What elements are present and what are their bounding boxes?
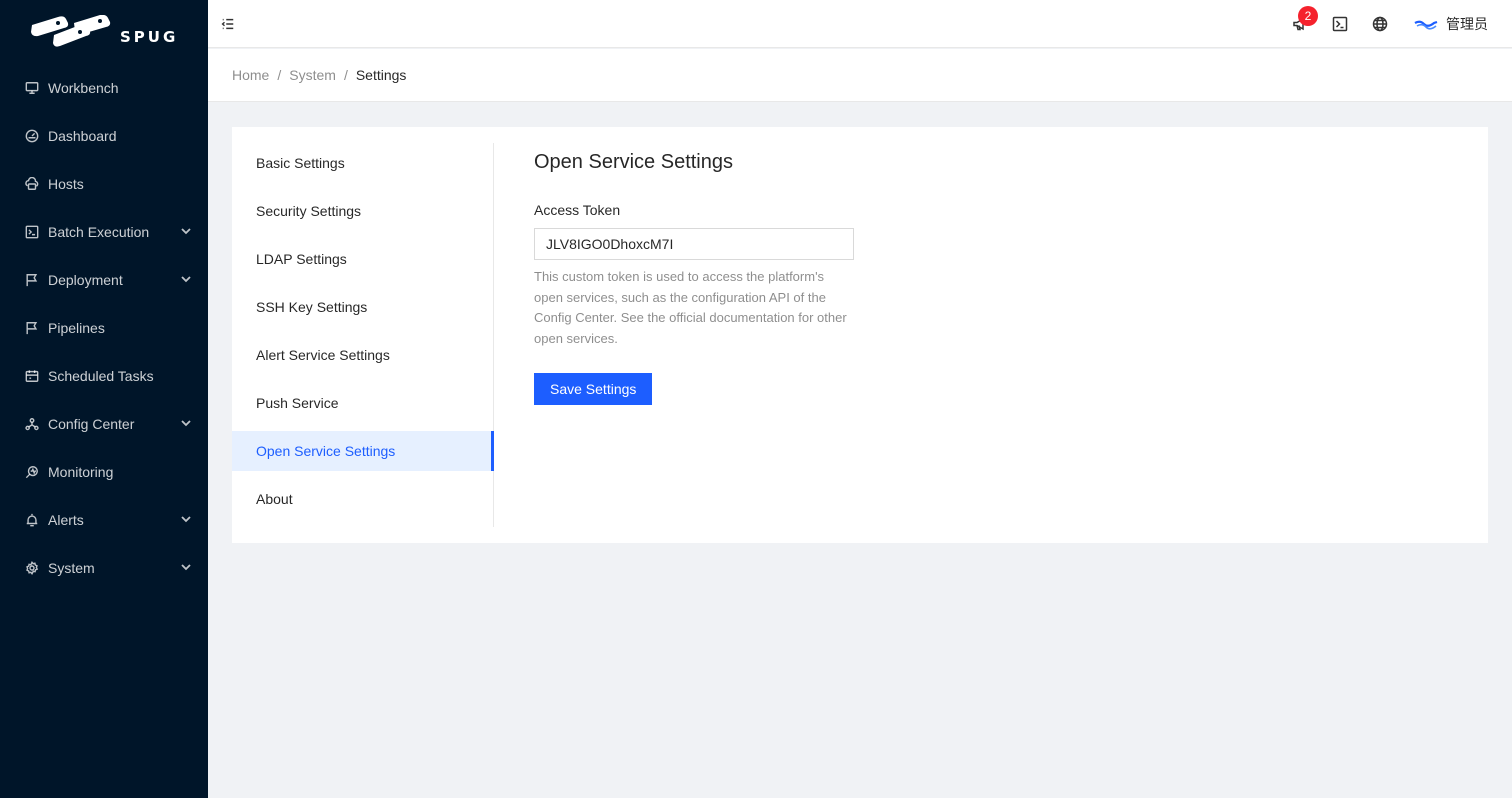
globe-icon bbox=[1372, 16, 1388, 32]
settings-nav-security[interactable]: Security Settings bbox=[232, 191, 493, 231]
desktop-icon bbox=[24, 80, 40, 96]
breadcrumb-system[interactable]: System bbox=[289, 67, 336, 83]
monitor-icon bbox=[24, 464, 40, 480]
settings-nav-basic[interactable]: Basic Settings bbox=[232, 143, 493, 183]
sidebar-menu: Workbench Dashboard Hosts Batch Executio… bbox=[0, 68, 208, 588]
access-token-input[interactable] bbox=[534, 228, 854, 260]
avatar bbox=[1414, 20, 1438, 30]
flag-icon bbox=[24, 272, 40, 288]
chevron-down-icon bbox=[180, 224, 192, 240]
sidebar-item-pipelines[interactable]: Pipelines bbox=[0, 308, 208, 348]
settings-nav-push-service[interactable]: Push Service bbox=[232, 383, 493, 423]
alert-icon bbox=[24, 512, 40, 528]
sidebar-item-label: Alerts bbox=[48, 512, 84, 528]
sidebar-item-label: Pipelines bbox=[48, 320, 105, 336]
settings-nav-about[interactable]: About bbox=[232, 479, 493, 519]
open-service-panel: Open Service Settings Access Token This … bbox=[534, 151, 854, 405]
page-title: Open Service Settings bbox=[534, 151, 733, 173]
settings-nav: Basic Settings Security Settings LDAP Se… bbox=[232, 143, 494, 527]
user-menu[interactable]: 管理员 bbox=[1414, 14, 1488, 34]
sidebar-item-workbench[interactable]: Workbench bbox=[0, 68, 208, 108]
access-token-label: Access Token bbox=[534, 202, 621, 218]
breadcrumb: Home / System / Settings bbox=[208, 49, 1512, 102]
sidebar-item-label: Hosts bbox=[48, 176, 84, 192]
save-settings-button[interactable]: Save Settings bbox=[534, 373, 653, 405]
sidebar-item-label: Batch Execution bbox=[48, 224, 150, 240]
sidebar-item-hosts[interactable]: Hosts bbox=[0, 164, 208, 204]
menu-fold-icon[interactable] bbox=[220, 16, 236, 32]
settings-nav-alert-service[interactable]: Alert Service Settings bbox=[232, 335, 493, 375]
code-icon bbox=[24, 224, 40, 240]
user-name: 管理员 bbox=[1446, 16, 1488, 32]
deployment-unit-icon bbox=[24, 416, 40, 432]
spug-logo-icon bbox=[31, 15, 111, 47]
sidebar-item-label: Workbench bbox=[48, 80, 119, 96]
top-header: 2 管理员 bbox=[208, 0, 1512, 48]
sidebar: SPUG Workbench Dashboard Hosts Batch Exe… bbox=[0, 0, 208, 798]
sidebar-item-label: Deployment bbox=[48, 272, 123, 288]
chevron-down-icon bbox=[180, 272, 192, 288]
settings-nav-open-service[interactable]: Open Service Settings bbox=[232, 431, 494, 471]
terminal-icon bbox=[1332, 16, 1348, 32]
terminal-button[interactable] bbox=[1320, 0, 1360, 48]
breadcrumb-separator: / bbox=[343, 67, 348, 83]
chevron-down-icon bbox=[180, 416, 192, 432]
sidebar-item-batch-execution[interactable]: Batch Execution bbox=[0, 212, 208, 252]
breadcrumb-separator: / bbox=[277, 67, 282, 83]
chevron-down-icon bbox=[180, 512, 192, 528]
sidebar-item-label: Dashboard bbox=[48, 128, 117, 144]
sidebar-item-monitoring[interactable]: Monitoring bbox=[0, 452, 208, 492]
chevron-down-icon bbox=[180, 560, 192, 576]
notification-badge: 2 bbox=[1298, 6, 1318, 26]
sidebar-item-scheduled-tasks[interactable]: Scheduled Tasks bbox=[0, 356, 208, 396]
sidebar-item-deployment[interactable]: Deployment bbox=[0, 260, 208, 300]
cloud-server-icon bbox=[24, 176, 40, 192]
header-actions: 2 管理员 bbox=[1280, 0, 1488, 48]
sidebar-item-label: Monitoring bbox=[48, 464, 114, 480]
sidebar-item-label: Config Center bbox=[48, 416, 135, 432]
settings-card: Basic Settings Security Settings LDAP Se… bbox=[232, 127, 1488, 543]
sidebar-item-label: System bbox=[48, 560, 95, 576]
language-button[interactable] bbox=[1360, 0, 1400, 48]
setting-icon bbox=[24, 560, 40, 576]
notification-button[interactable]: 2 bbox=[1280, 0, 1320, 48]
logo-text: SPUG bbox=[120, 28, 179, 46]
settings-nav-ldap[interactable]: LDAP Settings bbox=[232, 239, 493, 279]
sidebar-item-alerts[interactable]: Alerts bbox=[0, 500, 208, 540]
sidebar-item-system[interactable]: System bbox=[0, 548, 208, 588]
dashboard-icon bbox=[24, 128, 40, 144]
access-token-help: This custom token is used to access the … bbox=[534, 269, 847, 346]
breadcrumb-home[interactable]: Home bbox=[232, 67, 269, 83]
flag-icon bbox=[24, 320, 40, 336]
sidebar-item-label: Scheduled Tasks bbox=[48, 368, 154, 384]
sidebar-item-config-center[interactable]: Config Center bbox=[0, 404, 208, 444]
settings-nav-ssh-key[interactable]: SSH Key Settings bbox=[232, 287, 493, 327]
schedule-icon bbox=[24, 368, 40, 384]
logo[interactable]: SPUG bbox=[0, 0, 208, 64]
breadcrumb-settings: Settings bbox=[355, 67, 407, 83]
sidebar-item-dashboard[interactable]: Dashboard bbox=[0, 116, 208, 156]
